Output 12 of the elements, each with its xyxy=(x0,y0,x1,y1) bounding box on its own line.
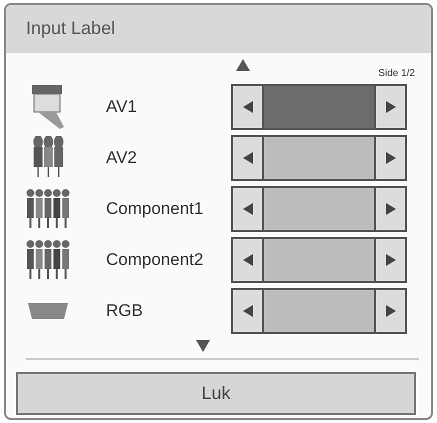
input-name: Component2 xyxy=(106,248,204,271)
input-name: AV2 xyxy=(106,146,138,169)
window-title: Input Label xyxy=(6,5,431,53)
close-button[interactable]: Luk xyxy=(16,372,416,415)
scroll-up-icon[interactable] xyxy=(236,59,250,71)
input-name: Component1 xyxy=(106,198,204,220)
input-name: RGB xyxy=(106,300,144,322)
page-indicator: Side 1/2 xyxy=(378,67,415,81)
rca-plugs-icon xyxy=(26,238,70,282)
input-name: AV1 xyxy=(106,96,138,118)
rca-plugs-icon xyxy=(26,186,70,230)
scroll-down-icon[interactable] xyxy=(196,340,210,352)
